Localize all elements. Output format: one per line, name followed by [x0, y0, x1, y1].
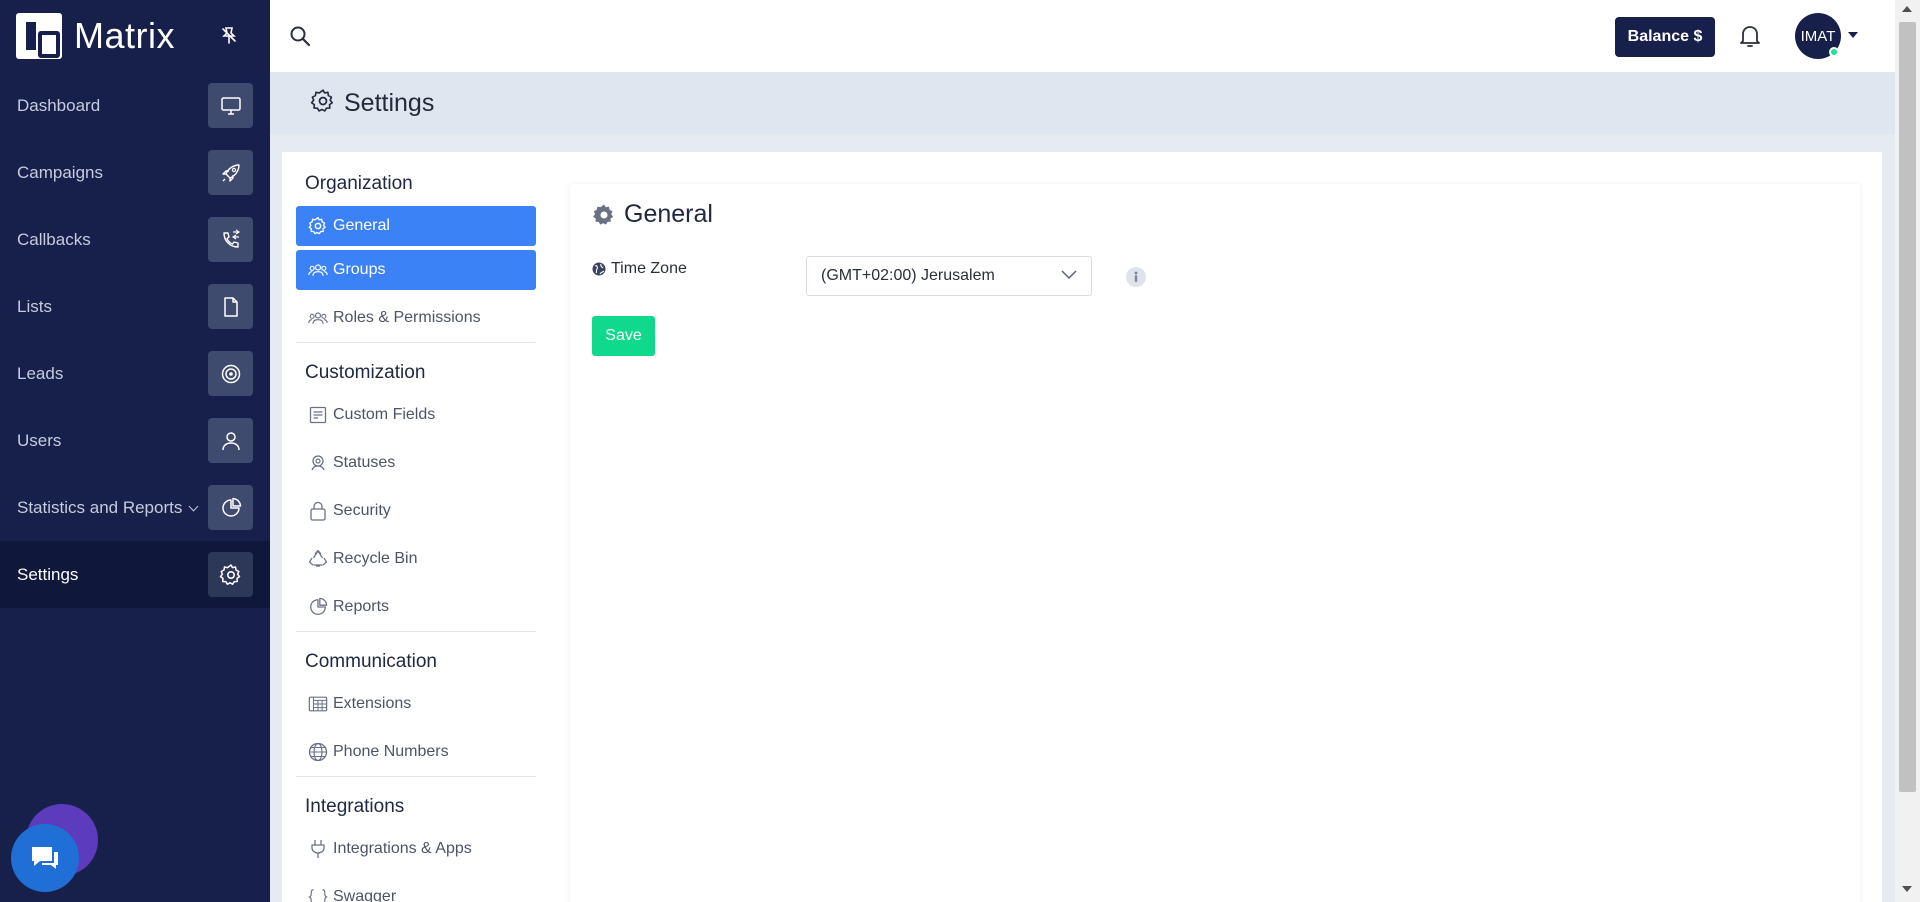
sidebar-item-statistics-and-reports[interactable]: Statistics and Reports: [0, 474, 270, 541]
page-header: Settings: [270, 72, 1895, 134]
plug-icon: [308, 839, 328, 859]
section-title-integrations: Integrations: [305, 796, 405, 817]
bell-icon[interactable]: [1738, 23, 1762, 54]
settings-subnav: Organization General Groups Roles & Perm…: [296, 166, 536, 902]
group-icon: [308, 308, 328, 328]
chevron-down-icon: [188, 501, 199, 511]
gear-icon: [310, 88, 336, 119]
chevron-down-icon: [1061, 267, 1077, 285]
page-title: Settings: [344, 88, 435, 117]
user-icon: [208, 418, 253, 463]
subnav-item-statuses[interactable]: Statuses: [296, 439, 536, 487]
timezone-select[interactable]: (GMT+02:00) Jerusalem: [806, 256, 1092, 296]
extensions-icon: [308, 694, 328, 714]
subnav-item-label: Swagger: [333, 888, 397, 902]
general-settings-pane: General Time Zone (GMT+02:00) Jerusalem …: [570, 184, 1860, 902]
save-button[interactable]: Save: [592, 316, 655, 356]
section-title-communication: Communication: [305, 651, 437, 672]
logo-text: Matrix: [74, 15, 175, 56]
timezone-label: Time Zone: [592, 260, 687, 278]
subnav-item-label: General: [333, 217, 390, 234]
subnav-item-swagger[interactable]: Swagger: [296, 873, 536, 902]
sidebar-item-label: Users: [17, 430, 62, 450]
section-heading: General: [592, 200, 713, 229]
sidebar: Matrix Dashboard Campaigns Callbacks Lis…: [0, 0, 270, 902]
lock-icon: [308, 501, 328, 521]
chat-icon: [32, 847, 58, 869]
logo-mark: [16, 13, 62, 59]
timezone-select-value: (GMT+02:00) Jerusalem: [821, 267, 995, 284]
sidebar-item-callbacks[interactable]: Callbacks: [0, 206, 270, 273]
subnav-item-label: Statuses: [333, 454, 396, 471]
globe-icon: [308, 742, 328, 762]
balance-button[interactable]: Balance $: [1615, 17, 1715, 57]
subnav-item-reports[interactable]: Reports: [296, 583, 536, 631]
sidebar-item-label: Dashboard: [17, 95, 101, 115]
sidebar-item-settings[interactable]: Settings: [0, 541, 270, 608]
sidebar-item-label: Leads: [17, 363, 64, 383]
subnav-item-label: Integrations & Apps: [333, 840, 472, 857]
globe-icon: [592, 262, 606, 276]
settings-card: Organization General Groups Roles & Perm…: [282, 152, 1882, 902]
subnav-item-security[interactable]: Security: [296, 487, 536, 535]
recycle-icon: [308, 549, 328, 569]
sidebar-item-lists[interactable]: Lists: [0, 273, 270, 340]
page-scrollbar[interactable]: [1895, 0, 1920, 902]
subnav-item-label: Roles & Permissions: [333, 309, 481, 326]
subnav-item-integrations-apps[interactable]: Integrations & Apps: [296, 825, 536, 873]
group-icon: [308, 260, 328, 280]
sidebar-item-users[interactable]: Users: [0, 407, 270, 474]
pie-chart-icon: [208, 485, 253, 530]
subnav-item-groups[interactable]: Groups: [296, 250, 536, 290]
monitor-icon: [208, 83, 253, 128]
chat-widget-button[interactable]: [11, 824, 79, 892]
pie-chart-icon: [308, 597, 328, 617]
braces-icon: [308, 887, 328, 902]
subnav-item-label: Phone Numbers: [333, 743, 449, 760]
subnav-item-label: Reports: [333, 598, 390, 615]
section-heading-text: General: [624, 200, 713, 228]
sidebar-item-text: Statistics and Reports: [17, 497, 183, 517]
scroll-down-arrow-icon[interactable]: [1902, 886, 1912, 892]
sidebar-item-label: Campaigns: [17, 162, 103, 182]
info-icon[interactable]: [1126, 267, 1146, 287]
status-icon: [308, 453, 328, 473]
timezone-label-text: Time Zone: [611, 260, 687, 277]
sidebar-item-label: Statistics and Reports: [17, 497, 199, 518]
sidebar-item-campaigns[interactable]: Campaigns: [0, 139, 270, 206]
sidebar-item-label: Callbacks: [17, 229, 91, 249]
section-title-customization: Customization: [305, 362, 426, 383]
form-icon: [308, 405, 328, 425]
sidebar-item-label: Lists: [17, 296, 52, 316]
gear-icon: [592, 203, 616, 227]
subnav-item-extensions[interactable]: Extensions: [296, 680, 536, 728]
online-status-indicator: [1829, 47, 1839, 57]
subnav-item-label: Security: [333, 502, 391, 519]
chevron-down-icon[interactable]: [1848, 32, 1858, 38]
subnav-item-phone-numbers[interactable]: Phone Numbers: [296, 728, 536, 776]
subnav-item-general[interactable]: General: [296, 206, 536, 246]
subnav-item-label: Custom Fields: [333, 406, 436, 423]
scroll-thumb[interactable]: [1899, 22, 1916, 792]
sidebar-item-leads[interactable]: Leads: [0, 340, 270, 407]
rocket-icon: [208, 150, 253, 195]
subnav-item-custom-fields[interactable]: Custom Fields: [296, 391, 536, 439]
target-icon: [208, 351, 253, 396]
search-icon[interactable]: [288, 24, 312, 53]
scroll-up-arrow-icon[interactable]: [1902, 6, 1912, 12]
subnav-item-roles-permissions[interactable]: Roles & Permissions: [296, 294, 536, 342]
section-title-organization: Organization: [305, 173, 413, 194]
gear-icon: [208, 552, 253, 597]
subnav-item-label: Groups: [333, 261, 386, 278]
phone-callback-icon: [208, 217, 253, 262]
sidebar-item-label: Settings: [17, 564, 79, 584]
gear-icon: [308, 216, 328, 236]
subnav-item-recycle-bin[interactable]: Recycle Bin: [296, 535, 536, 583]
topbar: Balance $ IMAT: [270, 0, 1895, 72]
subnav-item-label: Recycle Bin: [333, 550, 418, 567]
pin-icon[interactable]: [218, 24, 240, 46]
document-icon: [208, 284, 253, 329]
sidebar-item-dashboard[interactable]: Dashboard: [0, 72, 270, 139]
subnav-item-label: Extensions: [333, 695, 412, 712]
